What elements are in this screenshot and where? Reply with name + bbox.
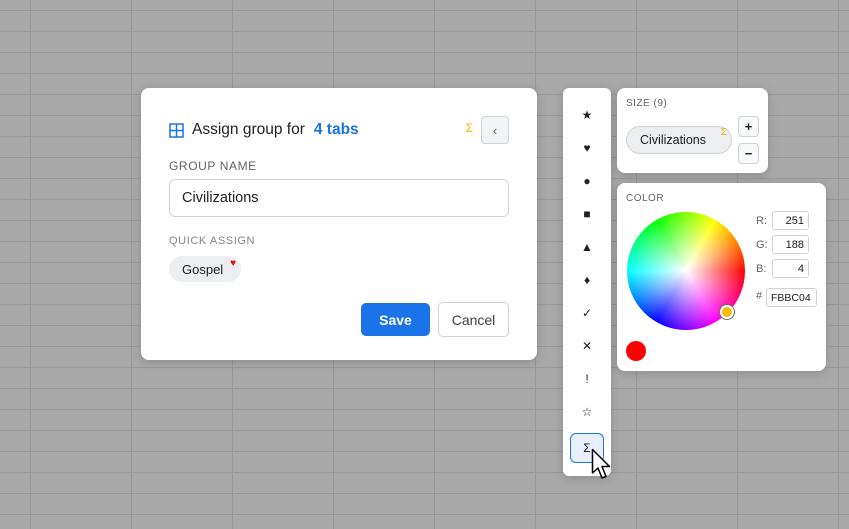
mouse-cursor-icon [591,448,611,479]
sigma-icon: Σ [720,127,727,138]
save-button[interactable]: Save [361,303,430,336]
hex-input[interactable] [766,288,817,307]
red-label: R: [756,215,767,227]
increase-size-button[interactable]: + [738,116,759,137]
symbol-palette: ★ ♥ ● ■ ▲ ♦ ✓ ✕ ! ☆ Σ [563,88,611,476]
quick-assign-label: QUICK ASSIGN [169,235,256,247]
chip-label: Gospel [182,261,224,277]
star-outline-symbol-icon[interactable]: ☆ [570,397,604,427]
cross-symbol-icon[interactable]: ✕ [570,331,604,361]
grid-icon [169,122,184,138]
blue-label: B: [756,263,767,275]
hex-hash-label: # [756,290,763,302]
cancel-button[interactable]: Cancel [438,302,509,337]
tab-count: 4 tabs [313,121,359,138]
back-button[interactable]: ‹ [481,116,509,144]
triangle-symbol-icon[interactable]: ▲ [570,232,604,262]
dialog-title: Assign group for [192,121,305,138]
exclamation-symbol-icon[interactable]: ! [570,364,604,394]
green-label: G: [756,239,768,251]
heart-icon: ♥ [230,258,236,269]
color-swatch[interactable] [626,341,646,361]
color-panel: COLOR R: G: B: # [617,183,826,371]
red-input[interactable] [772,211,809,230]
assign-group-dialog: Assign group for 4 tabs Σ ‹ GROUP NAME Q… [141,88,537,360]
check-symbol-icon[interactable]: ✓ [570,298,604,328]
size-preview-chip: Civilizations Σ [626,126,732,154]
square-symbol-icon[interactable]: ■ [570,199,604,229]
blue-input[interactable] [772,259,809,278]
group-name-input[interactable] [169,179,509,217]
group-name-label: GROUP NAME [169,159,257,173]
heart-symbol-icon[interactable]: ♥ [570,133,604,163]
chevron-left-icon: ‹ [492,122,498,138]
color-wheel-handle[interactable] [720,305,734,319]
circle-symbol-icon[interactable]: ● [570,166,604,196]
color-label: COLOR [626,193,665,204]
dialog-header: Assign group for 4 tabs Σ ‹ [169,116,509,144]
star-symbol-icon[interactable]: ★ [570,100,604,130]
quick-assign-chip-gospel[interactable]: Gospel ♥ [169,256,241,282]
size-chip-label: Civilizations [640,133,706,147]
decrease-size-button[interactable]: − [738,143,759,164]
size-panel: SIZE (9) Civilizations Σ + − [617,88,768,173]
size-label: SIZE (9) [626,98,668,109]
sigma-indicator-icon: Σ [465,121,473,135]
green-input[interactable] [772,235,809,254]
diamond-symbol-icon[interactable]: ♦ [570,265,604,295]
